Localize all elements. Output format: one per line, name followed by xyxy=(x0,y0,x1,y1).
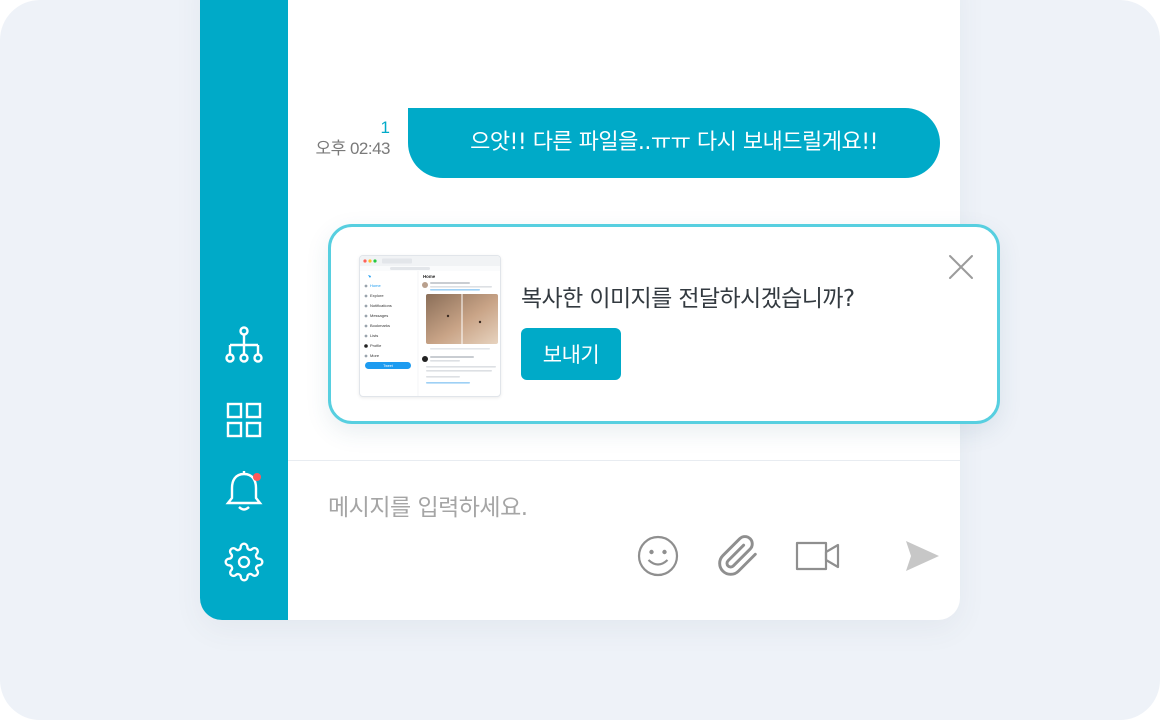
send-image-button[interactable]: 보내기 xyxy=(521,328,621,380)
thumb-nav-explore: Explore xyxy=(370,293,384,298)
thumb-nav-profile: Profile xyxy=(370,343,382,348)
image-thumbnail[interactable]: Home Explore Notifications Messages Book… xyxy=(359,255,501,397)
thumb-nav-lists: Lists xyxy=(370,333,378,338)
thumb-nav-bookmarks: Bookmarks xyxy=(370,323,390,328)
thumb-nav-home: Home xyxy=(370,283,381,288)
message-time: 오후 02:43 xyxy=(315,139,390,158)
thumb-nav-notifications: Notifications xyxy=(370,303,392,308)
paste-image-popup: Home Explore Notifications Messages Book… xyxy=(328,224,1000,424)
grid-icon[interactable] xyxy=(222,398,266,442)
thumb-nav-more: More xyxy=(370,353,380,358)
app-background: 1 오후 02:43 으앗!! 다른 파일을..ㅠㅠ 다시 보내드릴게요!! 메… xyxy=(0,0,1160,720)
sidebar xyxy=(200,0,288,620)
read-count: 1 xyxy=(380,118,390,137)
thumb-nav-messages: Messages xyxy=(370,313,388,318)
composer-divider xyxy=(288,460,960,461)
bell-icon[interactable] xyxy=(222,470,266,514)
emoji-icon[interactable] xyxy=(634,532,682,580)
paperclip-icon[interactable] xyxy=(714,532,762,580)
org-chart-icon[interactable] xyxy=(222,324,266,368)
send-icon[interactable] xyxy=(898,532,946,580)
message-meta: 1 오후 02:43 xyxy=(315,118,390,160)
popup-question: 복사한 이미지를 전달하시겠습니까? xyxy=(521,286,855,312)
thumb-feed-title: Home xyxy=(423,274,436,279)
notification-dot xyxy=(253,473,261,481)
thumb-tweet-button: Tweet xyxy=(383,364,393,368)
video-camera-icon[interactable] xyxy=(794,532,842,580)
message-input[interactable]: 메시지를 입력하세요. xyxy=(328,488,528,522)
close-icon[interactable] xyxy=(943,249,979,285)
gear-icon[interactable] xyxy=(222,540,266,584)
message-bubble: 으앗!! 다른 파일을..ㅠㅠ 다시 보내드릴게요!! xyxy=(408,108,940,178)
